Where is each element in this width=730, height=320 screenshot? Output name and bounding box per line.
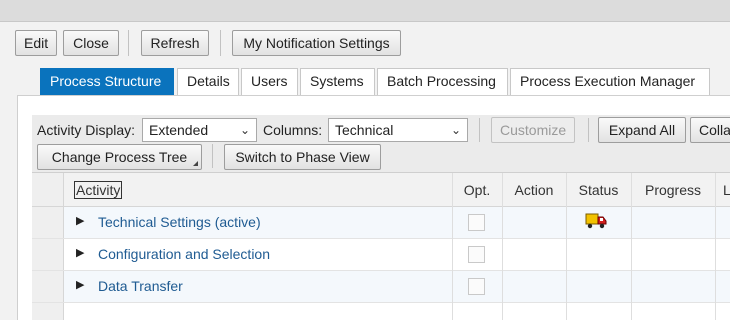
chevron-down-icon: ⌄ (239, 123, 250, 137)
optional-checkbox[interactable] (468, 278, 485, 295)
column-divider (715, 173, 716, 320)
column-divider (631, 173, 632, 320)
column-header-action[interactable]: Action (502, 173, 566, 207)
row-selector[interactable] (32, 239, 64, 270)
row-selector[interactable] (32, 303, 64, 320)
columns-value: Technical (335, 122, 394, 138)
column-divider (566, 173, 567, 320)
column-header-last[interactable]: L (715, 173, 730, 207)
column-header-progress[interactable]: Progress (631, 173, 715, 207)
column-header-status[interactable]: Status (566, 173, 631, 207)
columns-select[interactable]: Technical ⌄ (328, 118, 468, 142)
table-header: Activity Opt. Action Status Progress L (32, 173, 730, 207)
change-process-tree-button[interactable]: Change Process Tree (37, 144, 202, 170)
toolbar-separator (212, 144, 213, 168)
row-selector[interactable] (32, 271, 64, 302)
expand-all-button[interactable]: Expand All (598, 117, 686, 143)
activity-name[interactable]: Technical Settings (active) (98, 214, 261, 230)
menu-indicator-icon (193, 161, 198, 166)
toolbar-separator (220, 30, 221, 56)
column-header-opt[interactable]: Opt. (452, 173, 502, 207)
activity-name[interactable]: Data Transfer (98, 278, 183, 294)
column-divider (452, 173, 453, 320)
optional-checkbox[interactable] (468, 214, 485, 231)
columns-label: Columns: (263, 122, 323, 138)
table-row (32, 303, 730, 320)
tab-process-structure[interactable]: Process Structure (40, 68, 174, 95)
tab-batch-processing[interactable]: Batch Processing (377, 68, 508, 95)
truck-icon (585, 213, 607, 232)
chevron-down-icon: ⌄ (450, 123, 461, 137)
tab-systems[interactable]: Systems (300, 68, 375, 95)
activity-display-select[interactable]: Extended ⌄ (142, 118, 257, 142)
edit-button[interactable]: Edit (15, 30, 57, 56)
expand-arrow-icon[interactable]: ▶ (76, 214, 84, 227)
expand-arrow-icon[interactable]: ▶ (76, 278, 84, 291)
column-divider (502, 173, 503, 320)
switch-phase-view-button[interactable]: Switch to Phase View (224, 144, 381, 170)
row-selector[interactable] (32, 207, 64, 238)
tab-details[interactable]: Details (177, 68, 239, 95)
activity-display-value: Extended (149, 122, 209, 138)
activity-name[interactable]: Configuration and Selection (98, 246, 270, 262)
tree-toolbar: Activity Display: Extended ⌄ Columns: Te… (32, 115, 730, 173)
change-process-tree-label: Change Process Tree (51, 149, 188, 165)
close-button[interactable]: Close (63, 30, 119, 56)
optional-checkbox[interactable] (468, 246, 485, 263)
customize-button[interactable]: Customize (491, 117, 575, 143)
notification-settings-button[interactable]: My Notification Settings (232, 30, 401, 56)
tab-users[interactable]: Users (241, 68, 298, 95)
table-row[interactable]: ▶ Technical Settings (active) (32, 207, 730, 239)
toolbar-separator (128, 30, 129, 56)
main-toolbar: Edit Close Refresh My Notification Setti… (0, 22, 730, 62)
toolbar-separator (479, 118, 480, 142)
expand-arrow-icon[interactable]: ▶ (76, 246, 84, 259)
refresh-button[interactable]: Refresh (141, 30, 209, 56)
table-row[interactable]: ▶ Configuration and Selection (32, 239, 730, 271)
window-title-band (0, 0, 730, 22)
activity-tree-table: Activity Opt. Action Status Progress L ▶… (32, 173, 730, 320)
select-all-cell[interactable] (32, 173, 64, 206)
toolbar-separator (588, 118, 589, 142)
activity-display-label: Activity Display: (37, 122, 136, 138)
column-header-activity[interactable]: Activity (74, 173, 123, 207)
tab-process-execution-manager[interactable]: Process Execution Manager (510, 68, 710, 95)
table-row[interactable]: ▶ Data Transfer (32, 271, 730, 303)
collapse-all-button[interactable]: Colla (690, 117, 730, 143)
